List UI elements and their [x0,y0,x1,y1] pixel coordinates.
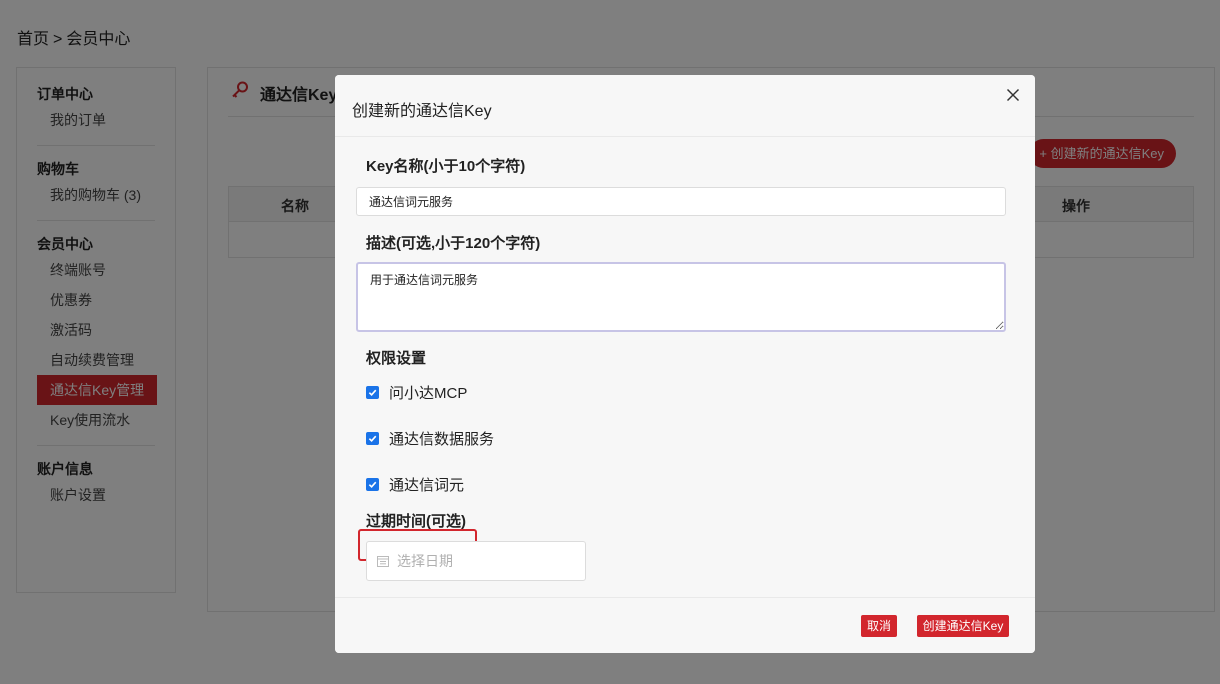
cancel-button[interactable]: 取消 [861,615,897,637]
checkbox-checked[interactable] [366,478,379,491]
modal-header: 创建新的通达信Key [335,75,1035,137]
permission-label: 通达信数据服务 [389,431,495,448]
create-key-modal: 创建新的通达信Key Key名称(小于10个字符) 描述(可选,小于120个字符… [335,75,1035,653]
date-placeholder: 选择日期 [397,553,453,569]
close-button[interactable] [1001,83,1025,107]
checkbox-checked[interactable] [366,432,379,445]
modal-body: Key名称(小于10个字符) 描述(可选,小于120个字符) 用于通达信词元服务… [335,137,1035,597]
expire-label: 过期时间(可选) [366,513,466,530]
check-icon [368,435,377,443]
key-name-input[interactable] [356,187,1006,216]
date-picker[interactable]: 选择日期 [366,541,586,581]
check-icon [368,481,377,489]
key-name-label: Key名称(小于10个字符) [366,158,526,175]
modal-footer: 取消 创建通达信Key [335,597,1035,653]
description-textarea[interactable]: 用于通达信词元服务 [356,262,1006,332]
close-icon [1006,88,1020,102]
permissions-label: 权限设置 [366,350,427,367]
calendar-icon [377,556,389,567]
permission-label: 通达信词元 [389,477,465,494]
modal-title: 创建新的通达信Key [352,103,492,120]
create-submit-button[interactable]: 创建通达信Key [917,615,1009,637]
permission-mcp[interactable]: 问小达MCP [366,382,467,403]
description-label: 描述(可选,小于120个字符) [366,235,541,252]
permission-token[interactable]: 通达信词元 [366,474,464,495]
permission-label: 问小达MCP [389,385,468,402]
check-icon [368,389,377,397]
permission-data-service[interactable]: 通达信数据服务 [366,428,494,449]
checkbox-checked[interactable] [366,386,379,399]
